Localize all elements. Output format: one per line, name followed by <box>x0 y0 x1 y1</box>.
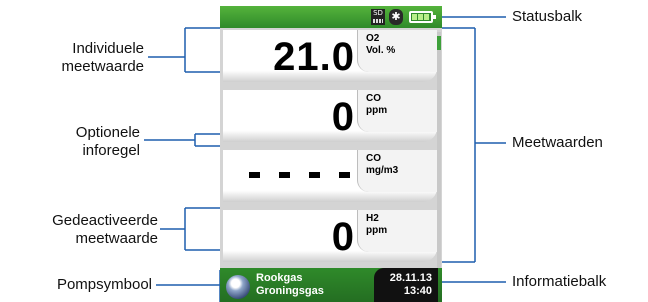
reading-label: H2 ppm <box>357 210 437 252</box>
reading-row-h2[interactable]: 0 H2 ppm <box>223 210 437 262</box>
leader-pompsymbool <box>156 270 221 302</box>
label-pompsymbool: Pompsymbool <box>56 276 152 293</box>
label-meetwaarden: Meetwaarden <box>512 134 603 151</box>
label-optionele-inforegel: Optionele inforegel <box>75 124 140 159</box>
fuel-type: Rookgas Groningsgas <box>256 272 324 297</box>
label-informatiebalk: Informatiebalk <box>512 273 607 290</box>
reading-row-o2[interactable]: 21.0 O2 Vol. % <box>223 30 437 82</box>
label-individuele-meetwaarde: Individuele meetwaarde <box>61 40 144 75</box>
info-bar: Rookgas Groningsgas 28.11.13 13:40 <box>220 268 442 302</box>
bluetooth-icon: ✱ <box>389 9 403 25</box>
label-statusbalk: Statusbalk <box>512 8 583 25</box>
reading-value: 0 <box>331 215 355 259</box>
reading-label: CO ppm <box>357 90 437 132</box>
leader-meetwaarden <box>442 27 506 263</box>
leader-individuele <box>148 27 220 73</box>
reading-label: O2 Vol. % <box>357 30 437 72</box>
reading-value: 21.0 <box>273 35 355 79</box>
reading-row-co-mgm3-deactivated[interactable]: CO mg/m3 <box>223 150 437 202</box>
pump-icon <box>226 275 250 299</box>
leader-optionele <box>144 133 220 147</box>
scrollbar-thumb[interactable] <box>437 36 441 50</box>
sd-card-icon: SD <box>371 9 385 25</box>
date-time: 28.11.13 13:40 <box>374 268 438 302</box>
reading-value: 0 <box>331 95 355 139</box>
battery-icon <box>409 11 436 23</box>
reading-row-co-ppm[interactable]: 0 CO ppm <box>223 90 437 142</box>
deactivated-dashes <box>249 172 359 178</box>
leader-gedeactiveerde <box>160 207 220 251</box>
label-gedeactiveerde-meetwaarde: Gedeactiveerde meetwaarde <box>52 212 158 247</box>
reading-label: CO mg/m3 <box>357 150 437 192</box>
status-bar: SD ✱ <box>220 6 442 28</box>
device-screen: SD ✱ 21.0 O2 Vol. % 0 CO ppm CO mg/m3 0 H2 p… <box>220 6 442 302</box>
scrollbar[interactable] <box>437 32 441 274</box>
